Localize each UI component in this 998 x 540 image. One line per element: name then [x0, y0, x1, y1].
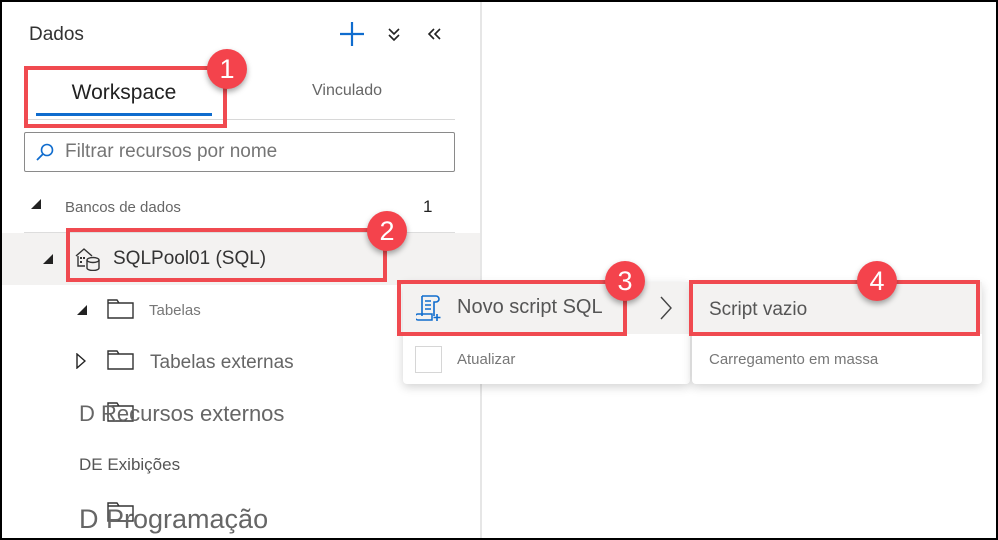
search-input[interactable] [65, 141, 454, 163]
callout-badge-1: 1 [207, 49, 247, 89]
databases-count: 1 [423, 197, 433, 216]
menu-item-atualizar[interactable]: Atualizar [403, 334, 690, 384]
caret-expanded-icon[interactable] [76, 304, 88, 319]
tabelas-externas-label: Tabelas externas [150, 352, 294, 373]
recursos-externos-label: D Recursos externos [79, 401, 285, 426]
programacao-label: D Programação [79, 504, 269, 534]
tabelas-label: Tabelas [149, 302, 201, 319]
expand-all-icon[interactable] [380, 20, 408, 48]
collapse-panel-icon[interactable] [420, 20, 448, 48]
atualizar-label: Atualizar [457, 351, 516, 368]
tree-item-databases[interactable]: Bancos de dados 1 [2, 192, 480, 222]
carregamento-label: Carregamento em massa [709, 351, 879, 368]
search-icon [25, 133, 65, 171]
panel-divider [480, 2, 482, 538]
callout-badge-2: 2 [367, 211, 407, 251]
refresh-icon [415, 346, 442, 373]
tab-vinculado[interactable]: Vinculado [272, 82, 422, 122]
exibicoes-label: DE Exibições [79, 455, 181, 474]
databases-label: Bancos de dados [65, 199, 181, 216]
search-box[interactable] [24, 132, 455, 172]
panel-title: Dados [29, 24, 84, 45]
caret-collapsed-icon[interactable] [76, 352, 87, 372]
screenshot-frame: Dados Workspace Vinculado Filtrar recurs… [0, 0, 998, 540]
tab-vinculado-label: Vinculado [312, 82, 382, 99]
folder-icon [107, 350, 135, 370]
chevron-right-icon [660, 296, 672, 325]
add-icon[interactable] [338, 20, 366, 48]
tree-item-programacao[interactable]: D Programação [2, 500, 480, 538]
menu-item-carregamento-em-massa[interactable]: Carregamento em massa [692, 334, 982, 384]
tree-item-exibicoes[interactable]: DE Exibições [2, 452, 480, 480]
folder-icon [107, 299, 135, 319]
callout-badge-3: 3 [605, 261, 645, 301]
callout-box-1 [24, 66, 227, 128]
callout-box-2 [66, 228, 387, 282]
tree-item-recursos-externos[interactable]: D Recursos externos [2, 398, 480, 432]
caret-expanded-icon[interactable] [42, 253, 54, 268]
callout-box-4 [689, 280, 980, 336]
callout-box-3 [397, 280, 627, 336]
callout-badge-4: 4 [857, 261, 897, 301]
caret-expanded-icon[interactable] [30, 198, 42, 213]
